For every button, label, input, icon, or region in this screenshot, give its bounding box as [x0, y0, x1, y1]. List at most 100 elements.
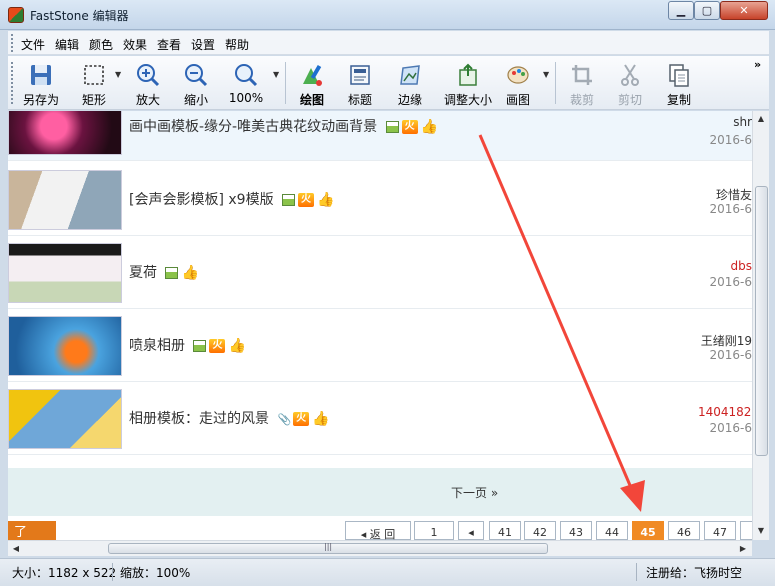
- list-item-title-text[interactable]: [会声会影模板] x9模版: [129, 192, 274, 208]
- badges: 火 👍: [193, 338, 246, 354]
- pager-page-47[interactable]: 47: [704, 521, 736, 540]
- close-button[interactable]: ✕: [720, 1, 768, 20]
- pager-page-42[interactable]: 42: [524, 521, 556, 540]
- thumbnail-image[interactable]: [8, 243, 122, 303]
- draw-button[interactable]: 绘图: [287, 60, 337, 108]
- pager-page-41[interactable]: 41: [489, 521, 521, 540]
- pager-page-44[interactable]: 44: [596, 521, 628, 540]
- thumbs-up-icon: 👍: [181, 265, 199, 281]
- menu-settings[interactable]: 设置: [191, 36, 215, 53]
- image-canvas[interactable]: 画中画模板-缘分-唯美古典花纹动画背景 火 👍 shr 2016-6 [会声会影模…: [8, 111, 752, 540]
- scroll-left-icon[interactable]: ◀: [8, 541, 24, 557]
- zoom-out-label: 缩小: [183, 93, 208, 107]
- menu-effects[interactable]: 效果: [123, 36, 147, 53]
- thumbnail-image[interactable]: [8, 170, 122, 230]
- resize-button[interactable]: 调整大小: [438, 60, 498, 108]
- author-name[interactable]: dbs: [698, 259, 753, 273]
- pager-page-43[interactable]: 43: [560, 521, 592, 540]
- toolbar-overflow-button[interactable]: »: [754, 58, 761, 71]
- scroll-right-icon[interactable]: ▶: [735, 541, 751, 557]
- toolbar: 另存为 矩形 ▼ 放大 缩小 100% ▼ 绘图 标题 边缘 调整大小 画图 ▼: [8, 56, 769, 110]
- copy-button[interactable]: 复制: [654, 60, 704, 108]
- author-name[interactable]: 珍惜友: [698, 186, 752, 203]
- zoom-out-icon: [185, 64, 208, 87]
- edge-effect-icon: [400, 65, 420, 85]
- image-badge-icon: [385, 121, 399, 133]
- menu-file[interactable]: 文件: [21, 36, 45, 53]
- list-item[interactable]: [会声会影模板] x9模版 火 👍 珍惜友 2016-6: [8, 163, 752, 236]
- author-name[interactable]: 王绪刚19: [698, 332, 752, 349]
- save-as-button[interactable]: 另存为: [16, 60, 66, 108]
- zoom-label: 缩放：: [120, 566, 157, 580]
- image-size-status: 大小：1182 x 522: [12, 564, 116, 581]
- save-as-label: 另存为: [22, 93, 59, 107]
- pager-page-45-current[interactable]: 45: [632, 521, 664, 540]
- zoom-out-button[interactable]: 缩小: [171, 60, 221, 108]
- menu-edit[interactable]: 编辑: [55, 36, 79, 53]
- list-item-title[interactable]: 夏荷 👍: [129, 262, 199, 282]
- list-item[interactable]: 喷泉相册 火 👍 王绪刚19 2016-6: [8, 309, 752, 382]
- list-item-title[interactable]: 喷泉相册 火 👍: [129, 335, 246, 355]
- vertical-scroll-thumb[interactable]: [755, 186, 768, 456]
- pager-page-next[interactable]: [740, 521, 752, 540]
- pager-first-page[interactable]: 1: [414, 521, 454, 540]
- vertical-scrollbar[interactable]: ▲ ▼: [752, 111, 769, 540]
- menu-color[interactable]: 颜色: [89, 36, 113, 53]
- next-page-bar: 下一页 »: [8, 468, 752, 516]
- list-item-title[interactable]: 相册模板：走过的风景 📎 火 👍: [129, 408, 330, 428]
- list-item-title-text[interactable]: 喷泉相册: [129, 338, 185, 354]
- list-item[interactable]: 相册模板：走过的风景 📎火👍 14041825 2016-6: [8, 382, 752, 455]
- status-separator: [112, 563, 113, 581]
- toolbar-grip[interactable]: [11, 62, 14, 104]
- cut-label: 剪切: [617, 93, 642, 107]
- list-item-title[interactable]: [会声会影模板] x9模版 火 👍: [129, 189, 334, 209]
- edge-button[interactable]: 边缘: [385, 60, 435, 108]
- menu-grip[interactable]: [11, 34, 14, 52]
- list-item-title-text[interactable]: 夏荷: [129, 265, 157, 281]
- menu-help[interactable]: 帮助: [225, 36, 249, 53]
- next-page-link[interactable]: 下一页 »: [451, 484, 498, 501]
- list-item-title-text[interactable]: 画中画模板-缘分-唯美古典花纹动画背景: [129, 119, 377, 135]
- scroll-up-icon[interactable]: ▲: [753, 111, 769, 127]
- thumbnail-image[interactable]: [8, 111, 122, 155]
- menu-view[interactable]: 查看: [157, 36, 181, 53]
- post-date: 2016-6: [709, 421, 752, 435]
- floppy-disk-icon: [31, 65, 51, 85]
- title-bar: FastStone 编辑器 ▁ ▢ ✕: [0, 0, 775, 30]
- zoom-in-icon: [137, 64, 160, 87]
- edge-label: 边缘: [397, 93, 422, 107]
- pager-page-46[interactable]: 46: [668, 521, 700, 540]
- cut-button[interactable]: 剪切: [605, 60, 655, 108]
- pager-left-tab[interactable]: 了: [8, 521, 56, 540]
- image-badge-icon: [282, 194, 296, 206]
- horizontal-scrollbar[interactable]: ◀ ||| ▶: [8, 540, 752, 556]
- app-logo-icon: [8, 7, 24, 23]
- thumbnail-image[interactable]: [8, 316, 122, 376]
- pager-back-button[interactable]: ◂ 返 回: [345, 521, 411, 540]
- list-item[interactable]: 夏荷 👍 dbs 2016-6: [8, 236, 752, 309]
- badges: 火 👍: [385, 119, 438, 135]
- registered-label: 注册给：: [646, 566, 695, 580]
- thumbnail-image[interactable]: [8, 389, 122, 449]
- rectangle-dropdown-icon[interactable]: ▼: [115, 70, 121, 79]
- pager-prev-button[interactable]: ◂: [458, 521, 484, 540]
- zoom-100-button[interactable]: 100%: [221, 60, 271, 108]
- paint-dropdown-icon[interactable]: ▼: [543, 70, 549, 79]
- author-name[interactable]: shr: [698, 115, 752, 129]
- crop-button[interactable]: 裁剪: [557, 60, 607, 108]
- paint-button[interactable]: 画图: [493, 60, 543, 108]
- zoom-in-button[interactable]: 放大: [123, 60, 173, 108]
- author-name[interactable]: 14041825: [698, 405, 752, 419]
- caption-label: 标题: [347, 93, 372, 107]
- badges: 火 👍: [282, 192, 334, 208]
- list-item-title[interactable]: 画中画模板-缘分-唯美古典花纹动画背景 火 👍: [129, 116, 438, 136]
- zoom-dropdown-icon[interactable]: ▼: [273, 70, 279, 79]
- caption-button[interactable]: 标题: [335, 60, 385, 108]
- hot-badge: 火: [209, 339, 226, 353]
- minimize-button[interactable]: ▁: [668, 1, 694, 20]
- rectangle-select-button[interactable]: 矩形: [69, 60, 119, 108]
- maximize-button[interactable]: ▢: [694, 1, 720, 20]
- scroll-down-icon[interactable]: ▼: [753, 523, 769, 539]
- list-item[interactable]: 画中画模板-缘分-唯美古典花纹动画背景 火 👍 shr 2016-6: [8, 111, 752, 161]
- list-item-title-text[interactable]: 相册模板：走过的风景: [129, 411, 269, 427]
